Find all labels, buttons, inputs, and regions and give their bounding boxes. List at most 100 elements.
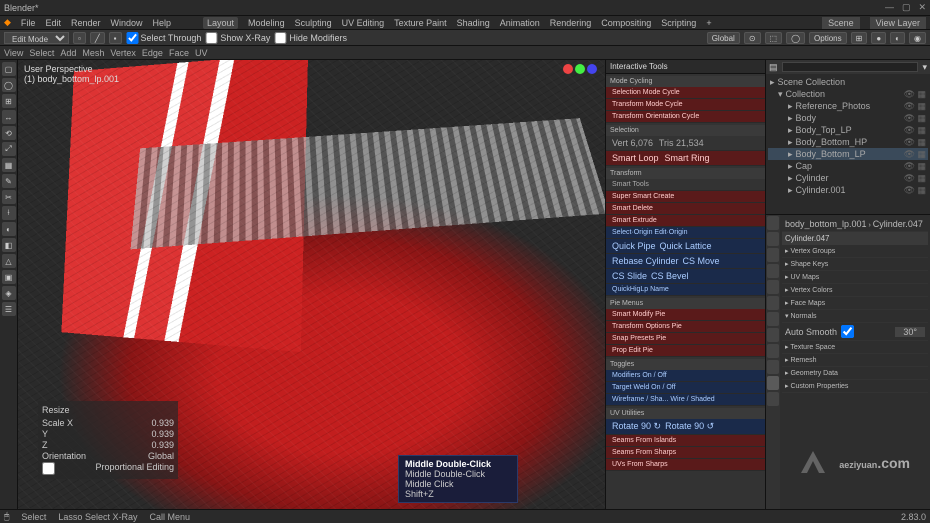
btn-transform-orientation-cycle[interactable]: Transform Orientation Cycle	[606, 111, 765, 123]
tool-move[interactable]: ⊞	[2, 94, 16, 108]
section-vertex-groups[interactable]: ▸ Vertex Groups	[782, 245, 928, 258]
tab-constraints[interactable]	[767, 360, 779, 374]
hide-modifiers-checkbox[interactable]	[274, 32, 287, 44]
btn-quickpipe-row[interactable]: Quick PipeQuick Lattice	[606, 239, 765, 254]
workspace-compositing[interactable]: Compositing	[601, 18, 651, 28]
btn-target-weld-toggle[interactable]: Target Weld On / Off	[606, 382, 765, 394]
auto-smooth-row[interactable]: Auto Smooth 30°	[782, 323, 928, 341]
tab-material[interactable]	[767, 392, 779, 406]
tab-modifiers[interactable]	[767, 312, 779, 326]
btn-csslide-row[interactable]: CS SlideCS Bevel	[606, 269, 765, 284]
workspace-add[interactable]: +	[706, 18, 711, 28]
shading-mode-material-icon[interactable]: ◐	[890, 32, 905, 44]
btn-origin-row[interactable]: Select·Origin Edit·Origin	[606, 227, 765, 239]
tab-output[interactable]	[767, 232, 779, 246]
viewport-3d[interactable]: User Perspective (1) body_bottom_lp.001 …	[18, 60, 605, 509]
shading-mode-solid-icon[interactable]: ●	[871, 32, 886, 44]
tool-rotate[interactable]: ↔	[2, 110, 16, 124]
tab-render[interactable]	[767, 216, 779, 230]
edge-menu[interactable]: Edge	[142, 48, 163, 58]
proportional-checkbox[interactable]	[42, 462, 55, 475]
tab-viewlayer[interactable]	[767, 248, 779, 262]
btn-super-smart-create[interactable]: Super Smart Create	[606, 191, 765, 203]
viewlayer-dropdown[interactable]: View Layer	[870, 17, 926, 29]
axis-x-icon[interactable]	[563, 64, 573, 74]
view-menu[interactable]: View	[4, 48, 23, 58]
tool-spin[interactable]: ◈	[2, 286, 16, 300]
scene-dropdown[interactable]: Scene	[822, 17, 860, 29]
btn-rebase-row[interactable]: Rebase CylinderCS Move	[606, 254, 765, 269]
face-mode-icon[interactable]: ▪	[109, 32, 122, 44]
btn-seams-from-islands[interactable]: Seams From Islands	[606, 435, 765, 447]
tool-select-box[interactable]: ▢	[2, 62, 16, 76]
btn-quickhiglp[interactable]: QuickHigLp Name	[606, 284, 765, 296]
tool-knife[interactable]: △	[2, 254, 16, 268]
tool-annotate[interactable]: ▦	[2, 158, 16, 172]
pivot-dropdown[interactable]: ⊙	[744, 32, 761, 44]
tool-extrude[interactable]: ✂	[2, 190, 16, 204]
menu-edit[interactable]: Edit	[45, 18, 61, 28]
outliner-item-bodytoplp[interactable]: ▸Body_Top_LP👁 ▦	[768, 124, 928, 136]
section-custom-props[interactable]: ▸ Custom Properties	[782, 380, 928, 393]
section-uv-maps[interactable]: ▸ UV Maps	[782, 271, 928, 284]
btn-smart-modify-pie[interactable]: Smart Modify Pie	[606, 309, 765, 321]
workspace-texture[interactable]: Texture Paint	[394, 18, 447, 28]
btn-selection-mode-cycle[interactable]: Selection Mode Cycle	[606, 87, 765, 99]
operator-panel-resize[interactable]: Resize Scale X0.939 Y0.939 Z0.939 Orient…	[38, 401, 178, 479]
menu-window[interactable]: Window	[110, 18, 142, 28]
btn-prop-edit-pie[interactable]: Prop Edit Pie	[606, 345, 765, 357]
btn-uvs-from-sharps[interactable]: UVs From Sharps	[606, 459, 765, 471]
axis-y-icon[interactable]	[575, 64, 585, 74]
outliner-item-bodybottomhp[interactable]: ▸Body_Bottom_HP👁 ▦	[768, 136, 928, 148]
proportional-toggle[interactable]: ◯	[786, 32, 805, 44]
outliner-filter-icon[interactable]: ▤	[769, 62, 778, 73]
btn-smart-delete[interactable]: Smart Delete	[606, 203, 765, 215]
uv-menu[interactable]: UV	[195, 48, 208, 58]
outliner-root[interactable]: ▸Scene Collection	[768, 76, 928, 88]
btn-modifiers-toggle[interactable]: Modifiers On / Off	[606, 370, 765, 382]
workspace-uv[interactable]: UV Editing	[342, 18, 385, 28]
section-vertex-colors[interactable]: ▸ Vertex Colors	[782, 284, 928, 297]
outliner-item-bodybottomlp[interactable]: ▸Body_Bottom_LP👁 ▦	[768, 148, 928, 160]
section-shape-keys[interactable]: ▸ Shape Keys	[782, 258, 928, 271]
vertex-mode-icon[interactable]: ▫	[73, 32, 86, 44]
mesh-menu[interactable]: Mesh	[82, 48, 104, 58]
menu-render[interactable]: Render	[71, 18, 101, 28]
section-geometry-data[interactable]: ▸ Geometry Data	[782, 367, 928, 380]
menu-file[interactable]: File	[21, 18, 36, 28]
tab-scene[interactable]	[767, 264, 779, 278]
tab-particles[interactable]	[767, 328, 779, 342]
btn-transform-options-pie[interactable]: Transform Options Pie	[606, 321, 765, 333]
auto-smooth-checkbox[interactable]	[841, 325, 854, 338]
edge-mode-icon[interactable]: ╱	[90, 32, 105, 44]
section-face-maps[interactable]: ▸ Face Maps	[782, 297, 928, 310]
outliner-item-cap[interactable]: ▸Cap👁 ▦	[768, 160, 928, 172]
scale-z-value[interactable]: 0.939	[151, 440, 174, 451]
workspace-layout[interactable]: Layout	[203, 17, 238, 29]
tool-measure[interactable]: ✎	[2, 174, 16, 188]
add-menu[interactable]: Add	[60, 48, 76, 58]
close-button[interactable]: ✕	[918, 2, 926, 13]
workspace-scripting[interactable]: Scripting	[661, 18, 696, 28]
tool-scale[interactable]: ⟲	[2, 126, 16, 140]
btn-smart-loop[interactable]: Smart LoopSmart Ring	[606, 151, 765, 166]
tab-physics[interactable]	[767, 344, 779, 358]
btn-snap-presets-pie[interactable]: Snap Presets Pie	[606, 333, 765, 345]
tool-loopcut[interactable]: ◧	[2, 238, 16, 252]
tab-object[interactable]	[767, 296, 779, 310]
axis-z-icon[interactable]	[587, 64, 597, 74]
tool-cursor[interactable]: ◯	[2, 78, 16, 92]
orientation-dropdown[interactable]: Global	[707, 32, 740, 44]
btn-seams-from-sharps[interactable]: Seams From Sharps	[606, 447, 765, 459]
maximize-button[interactable]: ▢	[902, 2, 911, 13]
section-texture-space[interactable]: ▸ Texture Space	[782, 341, 928, 354]
scale-x-value[interactable]: 0.939	[151, 418, 174, 429]
mesh-name-field[interactable]: Cylinder.047	[782, 232, 928, 245]
workspace-shading[interactable]: Shading	[457, 18, 490, 28]
mode-dropdown[interactable]: Edit Mode	[4, 32, 69, 44]
tool-transform[interactable]: ⤢	[2, 142, 16, 156]
outliner-filter-dropdown-icon[interactable]: ▾	[922, 62, 927, 73]
outliner-item-cylinder001[interactable]: ▸Cylinder.001👁 ▦	[768, 184, 928, 196]
select-through-checkbox[interactable]	[126, 32, 139, 44]
workspace-modeling[interactable]: Modeling	[248, 18, 285, 28]
